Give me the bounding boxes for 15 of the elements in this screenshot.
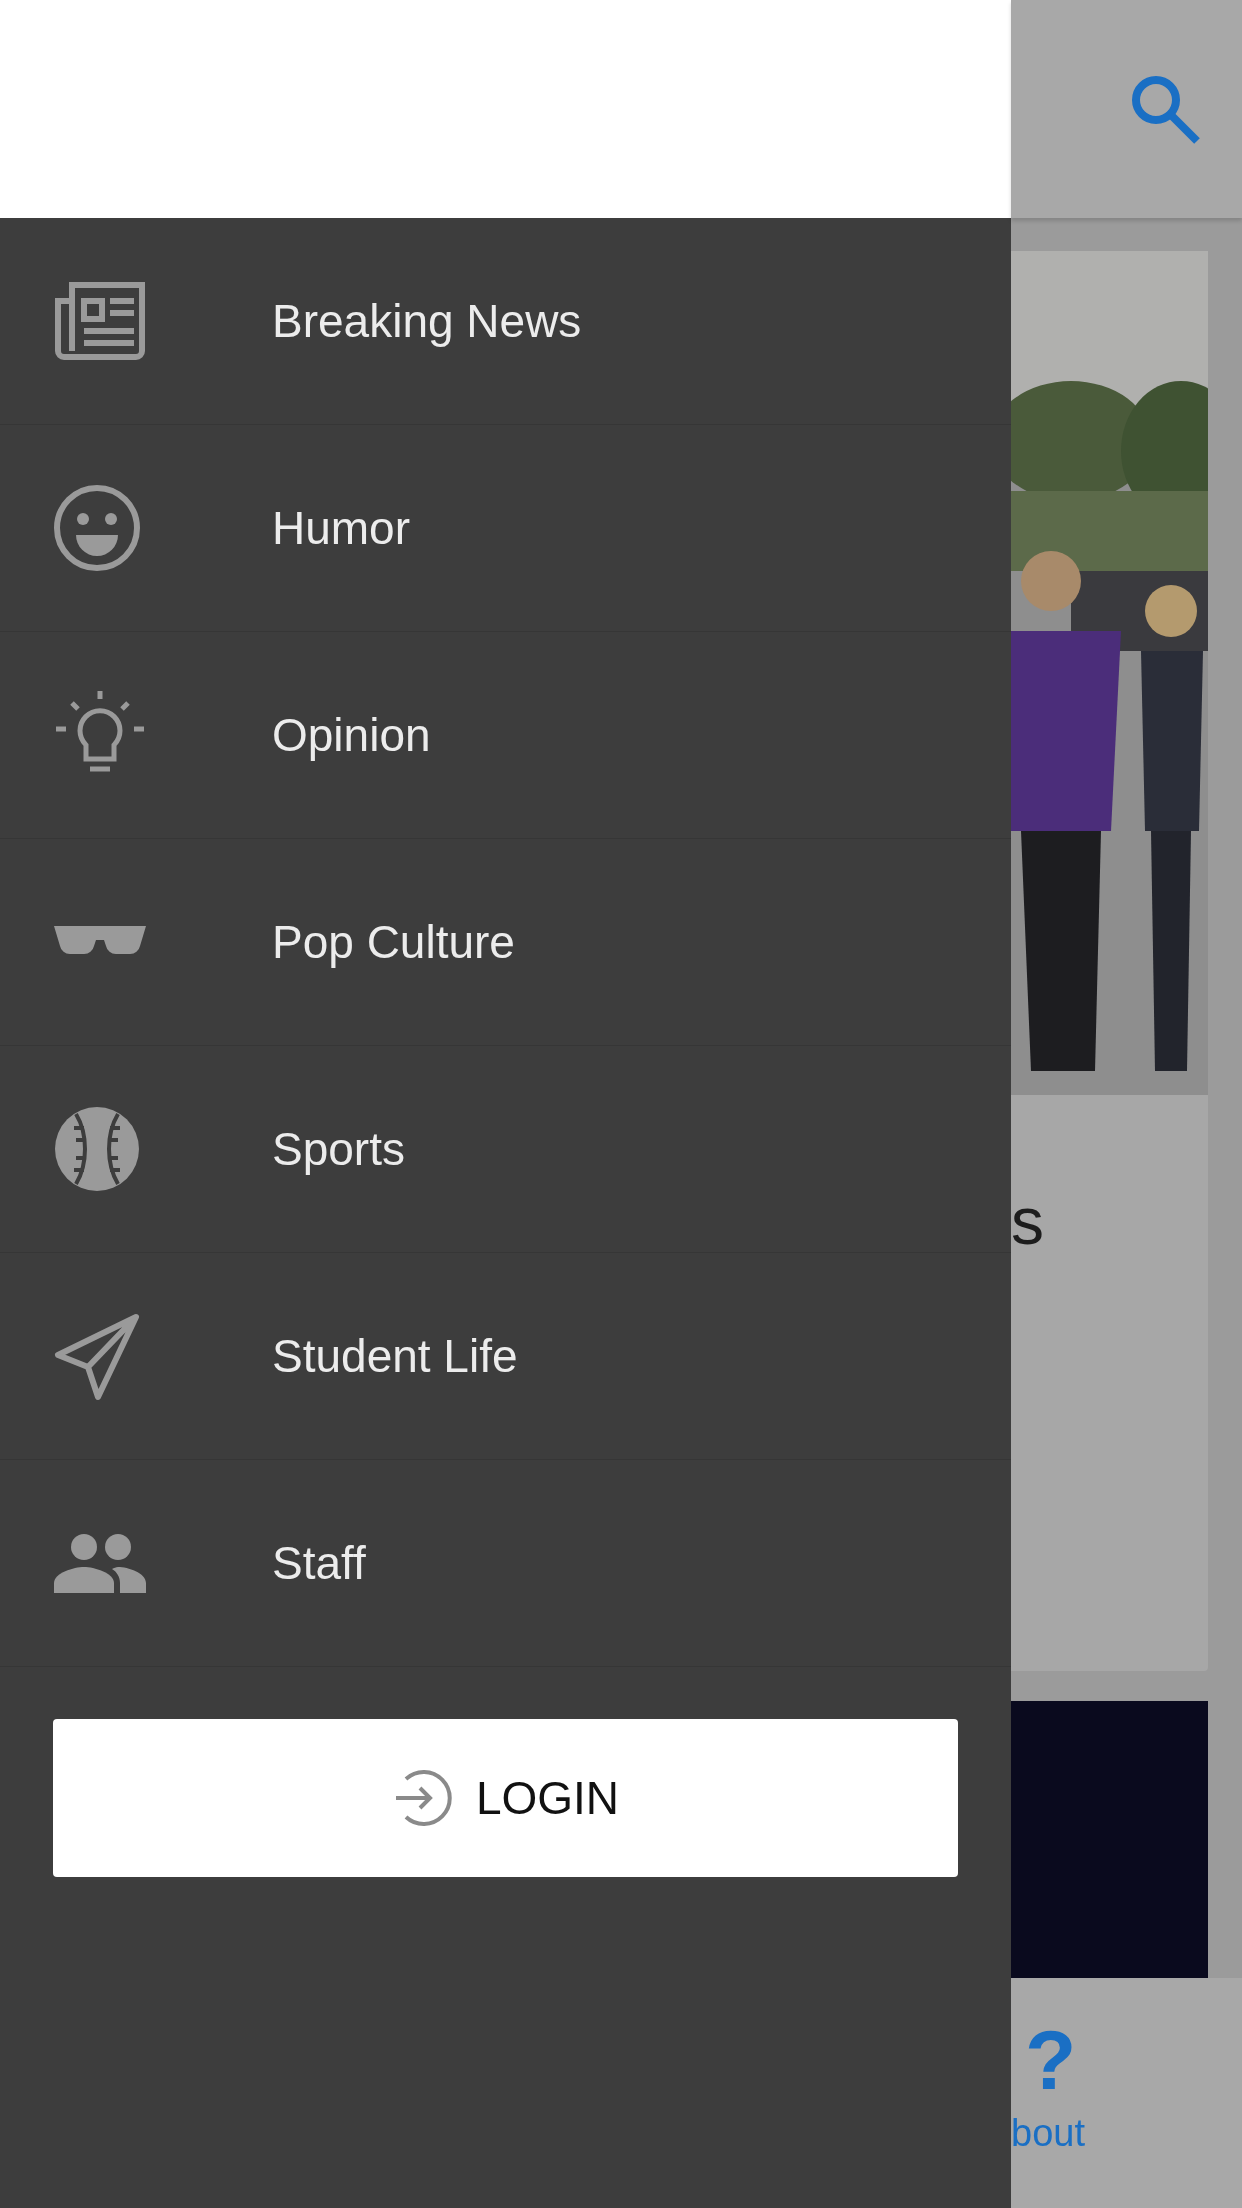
drawer-item[interactable]: Humor (0, 425, 1011, 632)
drawer-item[interactable]: Opinion (0, 632, 1011, 839)
drawer-item[interactable]: Student Life (0, 1253, 1011, 1460)
people-icon (52, 1531, 148, 1595)
drawer-item[interactable]: Sports (0, 1046, 1011, 1253)
baseball-icon (52, 1104, 142, 1194)
drawer-item[interactable]: Pop Culture (0, 839, 1011, 1046)
login-button[interactable]: LOGIN (53, 1719, 958, 1877)
article-card[interactable]: s (1011, 251, 1208, 1671)
paper-plane-icon (52, 1311, 142, 1401)
smiley-icon (52, 483, 142, 573)
newspaper-icon (52, 279, 148, 363)
drawer-item[interactable]: Staff (0, 1460, 1011, 1667)
article-title: s (1011, 1183, 1045, 1259)
drawer-item[interactable]: Breaking News (0, 218, 1011, 425)
